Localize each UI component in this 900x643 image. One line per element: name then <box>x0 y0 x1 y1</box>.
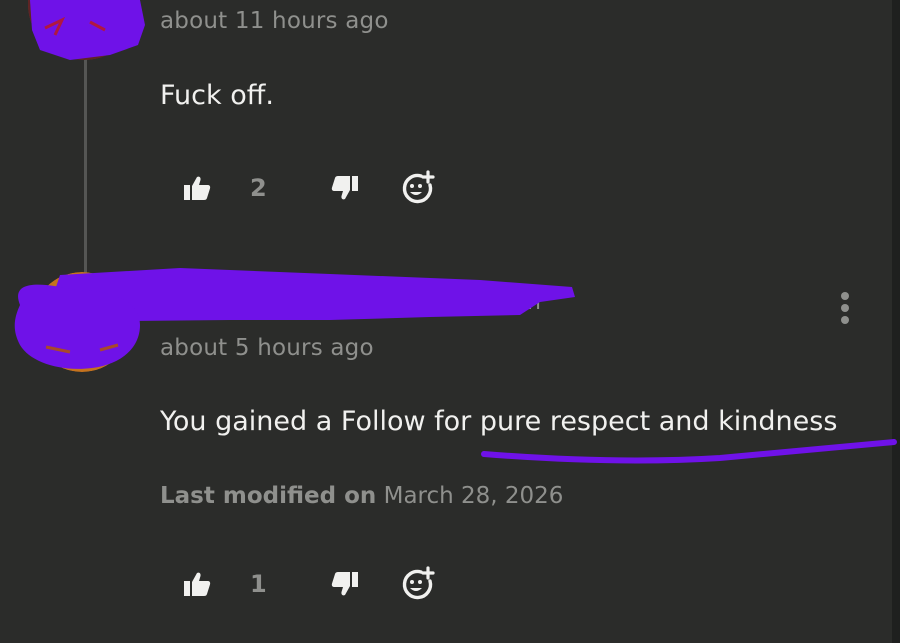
comment-body: You gained a Follow for pure respect and… <box>160 406 838 437</box>
scroll-edge <box>892 0 900 643</box>
avatar[interactable] <box>28 0 140 60</box>
comment-actions: 2 <box>180 168 438 208</box>
more-vertical-icon <box>841 292 849 324</box>
comment-item: about 11 hours ago Fuck off. 2 <box>0 0 890 260</box>
dislike-button[interactable] <box>328 566 362 602</box>
like-count: 2 <box>250 174 267 202</box>
comment-menu-button[interactable] <box>833 290 857 330</box>
like-button[interactable] <box>180 566 214 602</box>
author-name[interactable]: n <box>527 290 541 315</box>
last-modified-label: Last modified on <box>160 483 377 509</box>
thumbs-down-icon <box>331 176 358 200</box>
comment-actions: 1 <box>180 564 438 604</box>
like-count: 1 <box>250 570 267 598</box>
thumbs-down-icon <box>331 572 358 596</box>
dislike-button[interactable] <box>328 170 362 206</box>
comment-thread: about 11 hours ago Fuck off. 2 n about 5… <box>0 0 900 643</box>
add-reaction-button[interactable] <box>398 168 438 208</box>
comment-timestamp: about 11 hours ago <box>160 8 389 34</box>
thumbs-up-icon <box>184 572 211 596</box>
comment-item: n about 5 hours ago You gained a Follow … <box>0 262 890 643</box>
last-modified: Last modified on March 28, 2026 <box>160 483 563 509</box>
like-button[interactable] <box>180 170 214 206</box>
thumbs-up-icon <box>184 176 211 200</box>
last-modified-date: March 28, 2026 <box>383 483 564 509</box>
avatar[interactable] <box>32 272 132 372</box>
comment-timestamp: about 5 hours ago <box>160 335 374 361</box>
add-reaction-icon <box>402 566 435 600</box>
add-reaction-icon <box>402 170 435 204</box>
comment-body: Fuck off. <box>160 80 274 111</box>
add-reaction-button[interactable] <box>398 564 438 604</box>
